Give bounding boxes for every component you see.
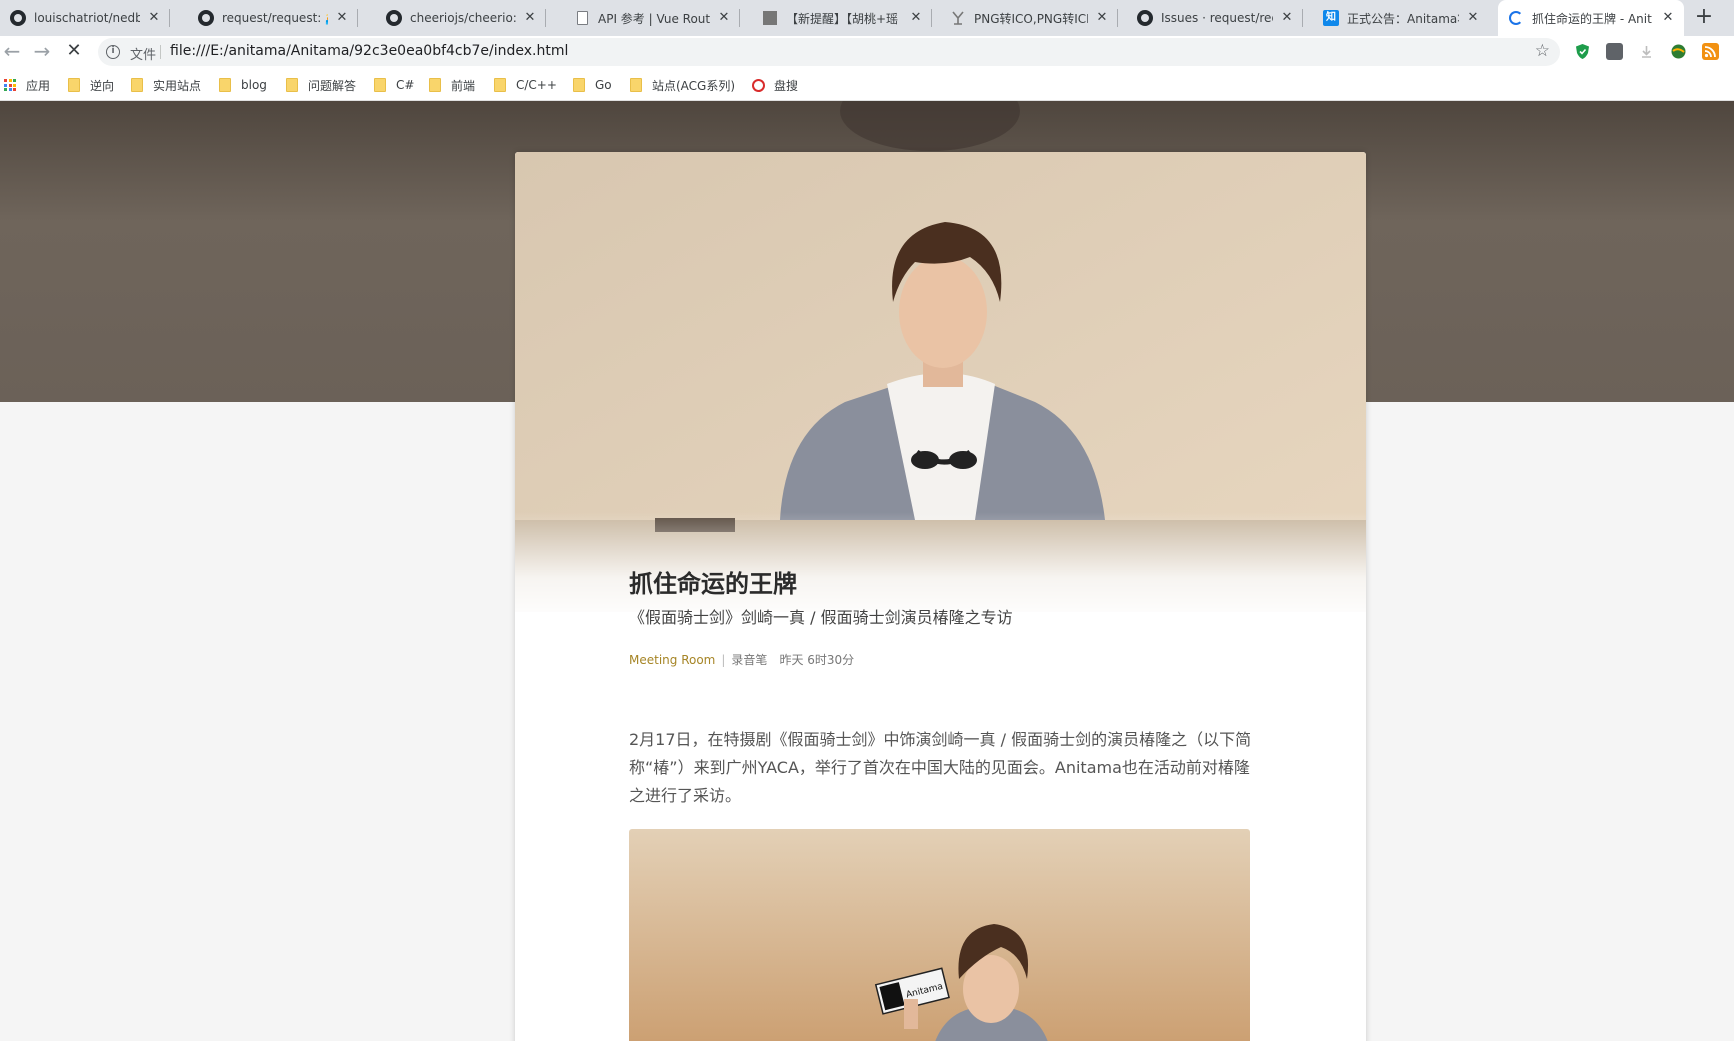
info-icon[interactable]: i (106, 45, 120, 59)
tab-title: Issues · request/requ (1161, 11, 1273, 25)
close-tab-icon[interactable]: ✕ (716, 10, 732, 26)
article-photo: Anitama (629, 829, 1250, 1041)
tab-issues[interactable]: Issues · request/requ ✕ (1127, 0, 1303, 36)
image-icon (762, 10, 778, 26)
article-title: 抓住命运的王牌 (629, 570, 797, 598)
tab-vue-router[interactable]: API 参考 | Vue Router ✕ (564, 0, 740, 36)
page-viewport: 抓住命运的王牌 《假面骑士剑》剑崎一真 / 假面骑士剑演员椿隆之专访 Meeti… (0, 101, 1734, 1041)
bookmark-folder[interactable]: blog (219, 76, 267, 94)
apps-grid-icon (4, 79, 16, 91)
bookmark-folder[interactable]: 前端 (429, 76, 475, 94)
tab-title: 【新提醒】【胡桃+瑶 (786, 11, 899, 26)
shield-extension-icon[interactable] (1574, 43, 1591, 60)
tab-title: cheeriojs/cheerio: Fas (410, 11, 516, 25)
tab-title: request/request: 🏊 S (222, 11, 328, 25)
url-scheme-label: 文件 (130, 48, 157, 63)
tab-title: API 参考 | Vue Router (598, 11, 710, 26)
tab-nedb[interactable]: louischatriot/nedb: Th ✕ (0, 0, 170, 36)
back-button[interactable]: ← (0, 40, 24, 64)
tab-title: 正式公告：Anitama将 (1347, 11, 1459, 26)
url-text[interactable]: file:///E:/anitama/Anitama/92c3e0ea0bf4c… (170, 43, 568, 59)
github-icon (1137, 10, 1153, 26)
bookmark-apps[interactable]: 应用 (4, 76, 50, 94)
folder-icon (374, 78, 386, 92)
tab-anitama-notice[interactable]: 知 正式公告：Anitama将 ✕ (1313, 0, 1489, 36)
bookmark-folder[interactable]: C/C++ (494, 76, 557, 94)
close-tab-icon[interactable]: ✕ (1279, 10, 1295, 26)
bookmark-folder[interactable]: 实用站点 (131, 76, 201, 94)
tab-cheerio[interactable]: cheeriojs/cheerio: Fas ✕ (376, 0, 546, 36)
tab-title: 抓住命运的王牌 - Anit (1532, 11, 1652, 26)
folder-icon (286, 78, 298, 92)
search-icon (752, 78, 765, 92)
rss-extension-icon[interactable] (1702, 43, 1719, 60)
publish-time: 昨天 6时30分 (779, 653, 855, 667)
tab-png-ico[interactable]: PNG转ICO,PNG转ICN ✕ (940, 0, 1118, 36)
tab-request[interactable]: request/request: 🏊 S ✕ (188, 0, 358, 36)
tab-strip: louischatriot/nedb: Th ✕ request/request… (0, 0, 1734, 36)
folder-icon (68, 78, 80, 92)
github-icon (198, 10, 214, 26)
article-subtitle: 《假面骑士剑》剑崎一真 / 假面骑士剑演员椿隆之专访 (629, 608, 1013, 627)
browser-toolbar: ← → ✕ i 文件 file:///E:/anitama/Anitama/92… (0, 36, 1734, 68)
ghost-extension-icon[interactable] (1606, 43, 1623, 60)
folder-icon (494, 78, 506, 92)
stop-loading-button[interactable]: ✕ (62, 40, 86, 64)
github-icon (10, 10, 26, 26)
github-icon (386, 10, 402, 26)
category-link[interactable]: Meeting Room (629, 653, 715, 667)
close-tab-icon[interactable]: ✕ (908, 10, 924, 26)
article-paragraph: 2月17日，在特摄剧《假面骑士剑》中饰演剑崎一真 / 假面骑士剑的演员椿隆之（以… (629, 730, 1252, 805)
folder-icon (573, 78, 585, 92)
tab-title: PNG转ICO,PNG转ICN (974, 11, 1088, 26)
bookmark-folder[interactable]: 逆向 (68, 76, 114, 94)
new-tab-button[interactable]: + (1690, 4, 1718, 32)
address-bar[interactable]: i 文件 file:///E:/anitama/Anitama/92c3e0ea… (98, 38, 1560, 66)
zhihu-icon: 知 (1323, 10, 1339, 26)
folder-icon (630, 78, 642, 92)
tab-active-article[interactable]: 抓住命运的王牌 - Anit ✕ (1498, 0, 1684, 36)
close-tab-icon[interactable]: ✕ (1465, 10, 1481, 26)
tab-title: louischatriot/nedb: Th (34, 11, 140, 25)
close-tab-icon[interactable]: ✕ (146, 10, 162, 26)
article-card: 抓住命运的王牌 《假面骑士剑》剑崎一真 / 假面骑士剑演员椿隆之专访 Meeti… (515, 152, 1366, 1041)
close-tab-icon[interactable]: ✕ (522, 10, 538, 26)
document-icon (574, 10, 590, 26)
download-extension-icon[interactable] (1638, 43, 1655, 60)
folder-icon (219, 78, 231, 92)
bookmark-folder[interactable]: 问题解答 (286, 76, 356, 94)
bookmark-folder[interactable]: C# (374, 76, 414, 94)
bookmarks-bar: 应用 逆向 实用站点 blog 问题解答 C# 前端 C/C++ Go 站点(A… (0, 68, 1734, 101)
bookmark-pansou[interactable]: 盘搜 (752, 76, 798, 94)
bookmark-folder[interactable]: Go (573, 76, 612, 94)
folder-icon (429, 78, 441, 92)
close-tab-icon[interactable]: ✕ (334, 10, 350, 26)
close-tab-icon[interactable]: ✕ (1094, 10, 1110, 26)
article-meta: Meeting Room | 录音笔 昨天 6时30分 (629, 651, 855, 668)
tab-reminder[interactable]: 【新提醒】【胡桃+瑶 ✕ (752, 0, 932, 36)
folder-icon (131, 78, 143, 92)
bookmark-folder[interactable]: 站点(ACG系列) (630, 76, 735, 94)
close-tab-icon[interactable]: ✕ (1660, 10, 1676, 26)
bookmark-star-icon[interactable]: ☆ (1535, 41, 1550, 61)
globe-extension-icon[interactable] (1670, 43, 1687, 60)
forward-button[interactable]: → (30, 40, 54, 64)
tool-icon (950, 10, 966, 26)
author-link[interactable]: 录音笔 (731, 651, 767, 668)
loading-spinner-icon (1508, 10, 1524, 26)
